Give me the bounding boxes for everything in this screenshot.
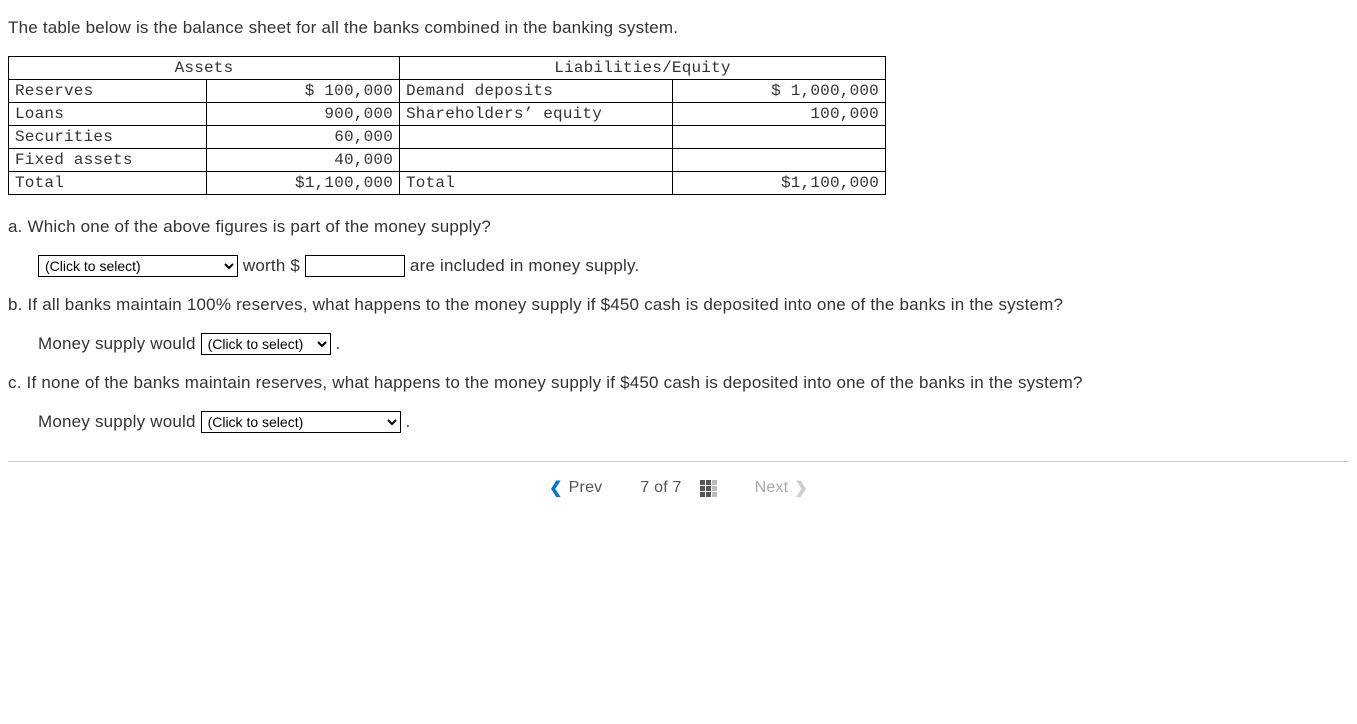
table-row: Reserves $ 100,000 Demand deposits $ 1,0… — [9, 80, 886, 103]
asset-value: 60,000 — [207, 126, 400, 149]
liabilities-header: Liabilities/Equity — [400, 57, 886, 80]
question-c-prompt: c. If none of the banks maintain reserve… — [8, 373, 1349, 393]
asset-label: Loans — [9, 103, 207, 126]
question-b-tail: . — [331, 334, 341, 353]
table-row: Securities 60,000 — [9, 126, 886, 149]
liability-label: Total — [400, 172, 673, 195]
liability-label — [400, 149, 673, 172]
question-a-select[interactable]: (Click to select) — [38, 255, 238, 277]
liability-label — [400, 126, 673, 149]
question-b-select[interactable]: (Click to select) — [201, 333, 331, 355]
question-b-prompt: b. If all banks maintain 100% reserves, … — [8, 295, 1349, 315]
question-a-answer-row: (Click to select) worth $ are included i… — [38, 255, 1349, 277]
prev-button[interactable]: ❮ Prev — [549, 478, 602, 498]
balance-sheet-table: Assets Liabilities/Equity Reserves $ 100… — [8, 56, 886, 195]
grid-icon[interactable] — [700, 480, 717, 497]
pagination-bar: ❮ Prev 7 of 7 Next ❯ — [8, 462, 1349, 498]
question-a-prompt: a. Which one of the above figures is par… — [8, 217, 1349, 237]
liability-value: $ 1,000,000 — [673, 80, 886, 103]
chevron-right-icon: ❯ — [794, 478, 808, 498]
asset-value: 900,000 — [207, 103, 400, 126]
liability-label: Demand deposits — [400, 80, 673, 103]
prev-label: Prev — [569, 479, 603, 497]
liability-value: $1,100,000 — [673, 172, 886, 195]
question-b-answer-row: Money supply would (Click to select) . — [38, 333, 1349, 355]
asset-label: Securities — [9, 126, 207, 149]
asset-label: Total — [9, 172, 207, 195]
question-c-answer-row: Money supply would (Click to select) . — [38, 411, 1349, 433]
table-row: Fixed assets 40,000 — [9, 149, 886, 172]
next-label: Next — [755, 479, 789, 497]
question-a-amount-input[interactable] — [305, 255, 405, 277]
asset-value: $1,100,000 — [207, 172, 400, 195]
asset-label: Fixed assets — [9, 149, 207, 172]
chevron-left-icon: ❮ — [549, 478, 563, 498]
liability-label: Shareholders’ equity — [400, 103, 673, 126]
page-text: 7 of 7 — [640, 479, 681, 497]
page-indicator: 7 of 7 — [640, 479, 716, 497]
liability-value: 100,000 — [673, 103, 886, 126]
intro-text: The table below is the balance sheet for… — [8, 18, 1349, 38]
next-button[interactable]: Next ❯ — [755, 478, 808, 498]
liability-value — [673, 149, 886, 172]
assets-header: Assets — [9, 57, 400, 80]
question-b-lead: Money supply would — [38, 334, 201, 353]
table-row-total: Total $1,100,000 Total $1,100,000 — [9, 172, 886, 195]
question-a-text-tail: are included in money supply. — [405, 256, 639, 275]
asset-value: 40,000 — [207, 149, 400, 172]
asset-label: Reserves — [9, 80, 207, 103]
asset-value: $ 100,000 — [207, 80, 400, 103]
table-row: Loans 900,000 Shareholders’ equity 100,0… — [9, 103, 886, 126]
liability-value — [673, 126, 886, 149]
question-a-text-worth: worth $ — [238, 256, 305, 275]
question-c-select[interactable]: (Click to select) — [201, 411, 401, 433]
question-c-tail: . — [401, 412, 411, 431]
question-c-lead: Money supply would — [38, 412, 201, 431]
